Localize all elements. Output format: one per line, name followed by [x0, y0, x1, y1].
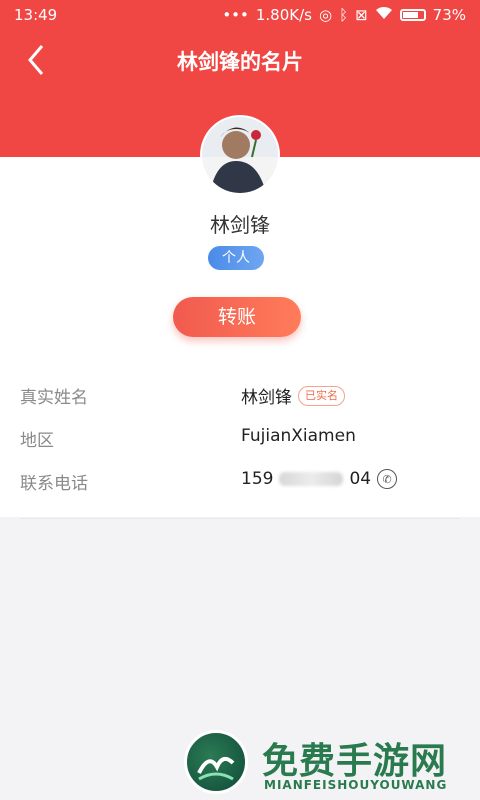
- avatar[interactable]: [202, 117, 278, 193]
- phone-mask: [279, 472, 344, 486]
- verified-badge: 已实名: [298, 385, 345, 406]
- region-value: FujianXiamen: [241, 426, 356, 446]
- transfer-button[interactable]: 转账: [173, 297, 301, 337]
- divider: [20, 518, 460, 519]
- status-bar: 13:49 ••• 1.80K/s ◎ ᛒ ⊠ 73%: [0, 0, 480, 32]
- detail-label: 真实姓名: [20, 388, 88, 408]
- status-indicators: ••• 1.80K/s ◎ ᛒ ⊠ 73%: [222, 6, 466, 24]
- nav-bar: 林剑锋的名片: [0, 32, 480, 90]
- signal-dots-icon: •••: [222, 6, 249, 24]
- detail-row-real-name: 真实姓名 林剑锋 已实名: [0, 383, 480, 408]
- sim-icon: ⊠: [355, 6, 368, 24]
- status-time: 13:49: [14, 6, 58, 24]
- wifi-icon: [375, 6, 393, 24]
- real-name-value: 林剑锋: [241, 388, 292, 408]
- phone-prefix: 159: [241, 469, 274, 489]
- page-title: 林剑锋的名片: [177, 50, 303, 74]
- watermark: 免费手游网 MIANFEISHOUYOUWANG: [184, 730, 474, 794]
- watermark-title: 免费手游网: [262, 741, 448, 782]
- watermark-logo-icon: [184, 730, 248, 794]
- phone-call-icon[interactable]: ✆: [377, 469, 398, 489]
- detail-value: 林剑锋 已实名: [241, 383, 345, 408]
- phone-suffix: 04: [349, 469, 372, 489]
- profile-name: 林剑锋: [210, 213, 270, 237]
- bluetooth-icon: ᛒ: [339, 6, 349, 24]
- phone-value: 159 04 ✆: [241, 469, 398, 489]
- detail-row-phone: 联系电话 159 04 ✆: [0, 469, 480, 494]
- watermark-subtitle: MIANFEISHOUYOUWANG: [264, 778, 448, 792]
- detail-label: 地区: [20, 431, 54, 451]
- network-speed: 1.80K/s: [255, 6, 312, 24]
- battery-percent: 73%: [432, 6, 466, 24]
- detail-row-region: 地区 FujianXiamen: [0, 426, 480, 451]
- headphones-icon: ◎: [318, 6, 333, 24]
- account-type-badge: 个人: [208, 246, 264, 270]
- detail-label: 联系电话: [20, 474, 88, 494]
- battery-icon: [399, 9, 426, 21]
